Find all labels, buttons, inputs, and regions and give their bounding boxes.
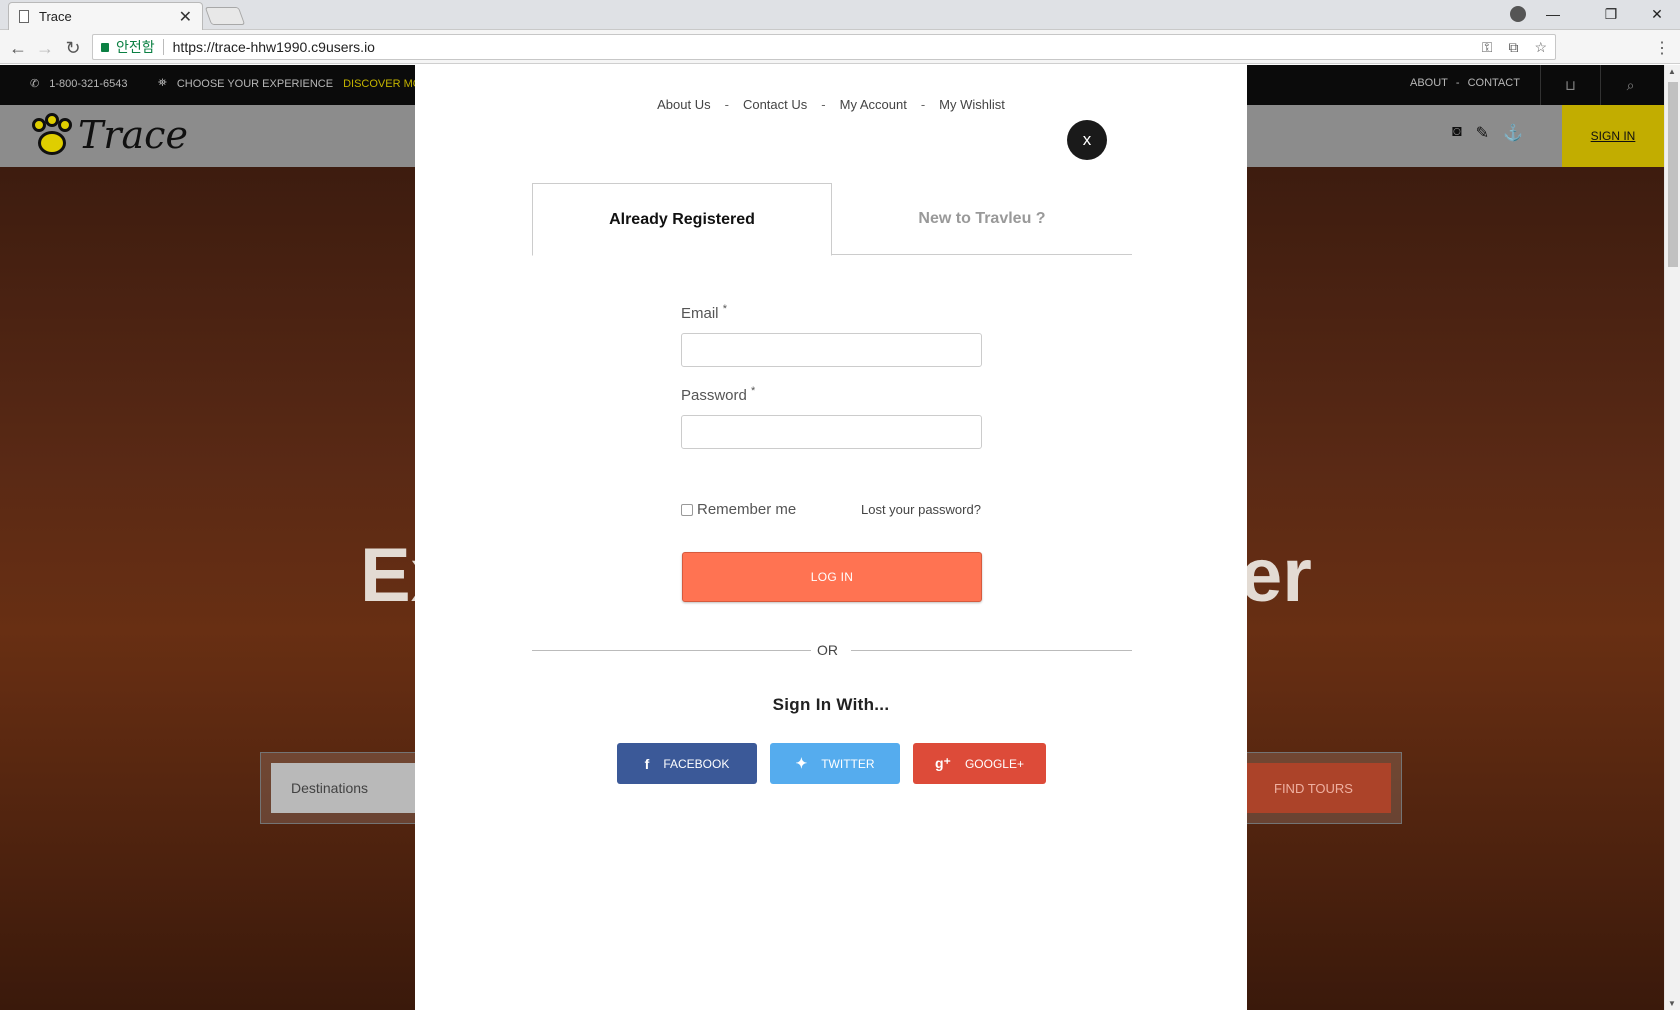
- tab-new-user[interactable]: New to Travleu ?: [832, 183, 1132, 255]
- facebook-label: FACEBOOK: [663, 756, 730, 771]
- my-account-link[interactable]: My Account: [840, 97, 907, 112]
- google-plus-icon: g⁺: [935, 755, 951, 771]
- password-label: Password *: [681, 385, 755, 404]
- back-icon[interactable]: ←: [8, 38, 28, 59]
- tab-already-registered[interactable]: Already Registered: [532, 183, 832, 256]
- reload-icon[interactable]: ↻: [63, 38, 83, 59]
- divider: [162, 39, 164, 55]
- secure-label: 안전함: [116, 39, 155, 55]
- modal-nav: About Us - Contact Us - My Account - My …: [415, 97, 1247, 112]
- email-label: Email *: [681, 303, 727, 322]
- browser-tab-strip: Trace ✕ — ❐ ✕: [0, 0, 1680, 30]
- my-wishlist-link[interactable]: My Wishlist: [939, 97, 1005, 112]
- browser-toolbar: ← → ↻ 안전함 https://trace-hhw1990.c9users.…: [0, 30, 1680, 64]
- address-bar[interactable]: 안전함 https://trace-hhw1990.c9users.io ⚿ ⧉…: [92, 34, 1556, 60]
- tab-close-icon[interactable]: ✕: [179, 7, 192, 27]
- divider-left: [532, 650, 811, 651]
- nav-separator: -: [724, 97, 729, 112]
- email-label-text: Email: [681, 305, 719, 322]
- page-icon: [19, 10, 29, 23]
- lock-icon: [101, 42, 109, 52]
- page-scrollbar[interactable]: ▲ ▼: [1664, 65, 1680, 1010]
- about-us-link[interactable]: About Us: [657, 97, 710, 112]
- google-plus-button[interactable]: g⁺ GOOGLE+: [913, 743, 1046, 784]
- browser-tab[interactable]: Trace ✕: [8, 2, 203, 30]
- google-plus-label: GOOGLE+: [964, 756, 1024, 771]
- restore-button[interactable]: ❐: [1588, 0, 1634, 28]
- close-window-button[interactable]: ✕: [1634, 0, 1680, 28]
- scroll-down-icon[interactable]: ▼: [1668, 999, 1676, 1008]
- sign-in-with-heading: Sign In With...: [772, 695, 890, 714]
- translate-icon[interactable]: ⧉: [1508, 39, 1518, 56]
- login-modal: About Us - Contact Us - My Account - My …: [415, 65, 1247, 1010]
- password-field[interactable]: [681, 415, 982, 449]
- twitter-label: TWITTER: [821, 756, 875, 771]
- login-button[interactable]: LOG IN: [682, 552, 982, 602]
- facebook-button[interactable]: f FACEBOOK: [617, 743, 757, 784]
- new-tab-button[interactable]: [204, 7, 246, 25]
- minimize-button[interactable]: —: [1530, 0, 1576, 28]
- star-icon[interactable]: ☆: [1534, 39, 1547, 56]
- tab-title: Trace: [39, 9, 72, 24]
- remember-me: Remember me: [681, 501, 796, 518]
- scroll-up-icon[interactable]: ▲: [1668, 67, 1676, 76]
- password-label-text: Password: [681, 387, 747, 404]
- browser-menu-icon[interactable]: ⋮: [1654, 38, 1670, 58]
- close-modal-button[interactable]: x: [1067, 120, 1107, 160]
- divider-right: [851, 650, 1132, 651]
- nav-separator: -: [821, 97, 826, 112]
- forward-icon[interactable]: →: [35, 38, 55, 59]
- omnibox-actions: ⚿ ⧉ ☆: [1482, 39, 1547, 56]
- key-icon[interactable]: ⚿: [1482, 39, 1493, 56]
- twitter-button[interactable]: ✦ TWITTER: [770, 743, 900, 784]
- email-field[interactable]: [681, 333, 982, 367]
- nav-separator: -: [920, 97, 926, 112]
- profile-icon[interactable]: [1510, 6, 1526, 22]
- lost-password-link[interactable]: Lost your password?: [861, 502, 981, 517]
- twitter-icon: ✦: [795, 755, 808, 771]
- auth-tabs: Already Registered New to Travleu ?: [532, 183, 1132, 256]
- facebook-icon: f: [644, 755, 650, 772]
- url-text[interactable]: https://trace-hhw1990.c9users.io: [173, 39, 375, 55]
- or-text: OR: [817, 642, 838, 658]
- remember-checkbox[interactable]: [681, 503, 693, 516]
- required-mark: *: [722, 303, 727, 315]
- required-mark: *: [751, 385, 756, 397]
- scroll-thumb[interactable]: [1668, 82, 1678, 267]
- contact-us-link[interactable]: Contact Us: [743, 97, 807, 112]
- remember-label[interactable]: Remember me: [697, 501, 796, 518]
